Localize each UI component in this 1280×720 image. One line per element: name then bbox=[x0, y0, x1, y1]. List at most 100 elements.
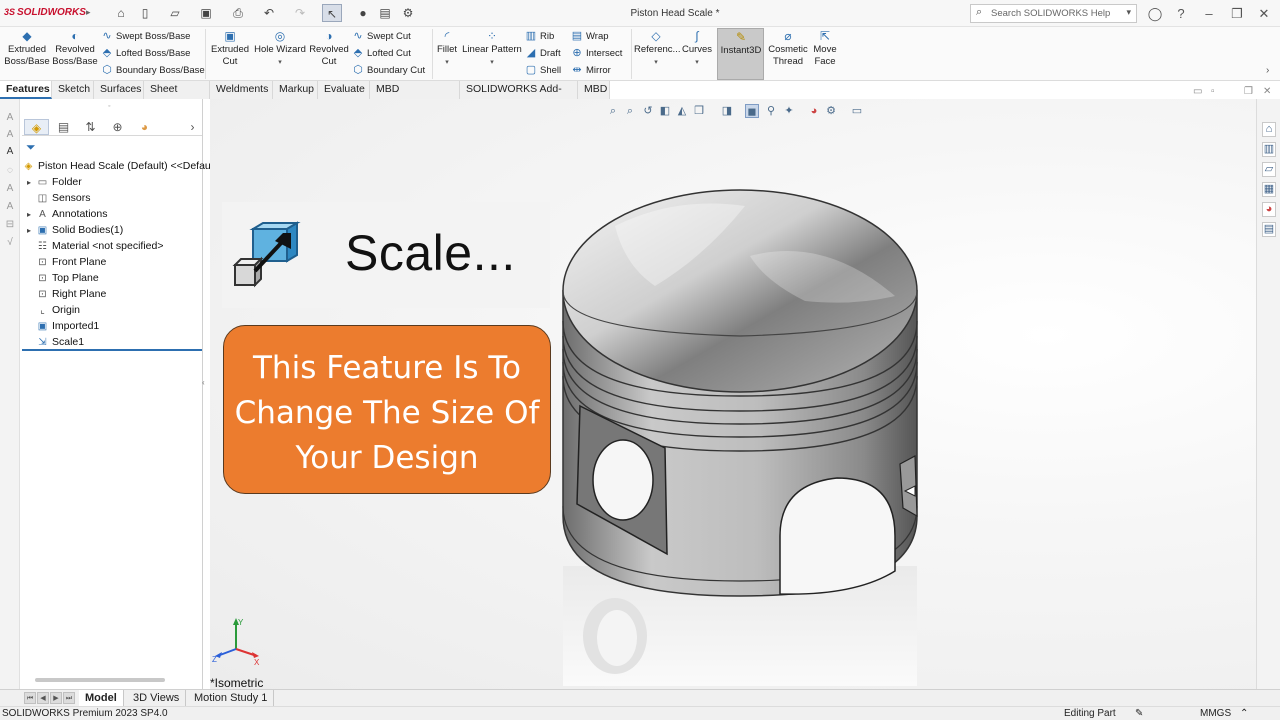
rib-button[interactable]: ▥ Rib bbox=[525, 29, 554, 43]
property-manager-icon[interactable]: ▤ bbox=[51, 119, 76, 135]
solidworks-logo[interactable]: 3S SOLIDWORKS bbox=[4, 7, 86, 18]
piston-model[interactable] bbox=[555, 186, 925, 691]
tree-root[interactable]: ◈ Piston Head Scale (Default) <<Defau bbox=[22, 158, 211, 174]
tree-item-material[interactable]: ☷ Material <not specified> bbox=[22, 238, 163, 254]
tree-item-imported1[interactable]: ▣ Imported1 bbox=[22, 318, 100, 334]
next-tab-arrow-icon[interactable]: ▶ bbox=[50, 692, 62, 704]
tree-item-scale1[interactable]: ⇲ Scale1 bbox=[22, 334, 84, 350]
tree-item-origin[interactable]: ⌞ Origin bbox=[22, 302, 80, 318]
instant3d-button[interactable]: ✎ Instant3D bbox=[717, 28, 764, 80]
chevron-down-icon[interactable]: ▾ bbox=[435, 57, 459, 69]
shell-button[interactable]: ▢ Shell bbox=[525, 63, 561, 77]
annotation-icon[interactable]: A bbox=[4, 146, 16, 160]
save-icon[interactable]: ▣ bbox=[196, 4, 216, 22]
expand-icon[interactable]: ▸ bbox=[22, 223, 36, 239]
tab-sheet-metal[interactable]: Sheet Metal bbox=[144, 81, 210, 112]
hide-show-items-icon[interactable]: ⚲ bbox=[764, 104, 778, 118]
panel-collapse-icon[interactable]: ‹ bbox=[202, 378, 210, 394]
open-icon[interactable]: ▱ bbox=[165, 4, 185, 22]
ribbon-collapse-icon[interactable]: › bbox=[1266, 65, 1269, 76]
close-icon[interactable]: ✕ bbox=[1255, 5, 1273, 23]
panel-grip-icon[interactable]: ◦ bbox=[108, 103, 110, 110]
units-selector[interactable]: MMGS bbox=[1200, 707, 1231, 720]
tree-item-sensors[interactable]: ◫ Sensors bbox=[22, 190, 91, 206]
linear-pattern-button[interactable]: ⁘ Linear Pattern ▾ bbox=[462, 29, 522, 69]
text-tool-icon[interactable]: A bbox=[4, 201, 16, 215]
view-orientation-icon[interactable]: ❒ bbox=[692, 104, 706, 118]
extruded-boss-button[interactable]: ◆ Extruded Boss/Base bbox=[4, 29, 50, 68]
panel-expand-icon[interactable]: › bbox=[180, 119, 205, 135]
lofted-boss-button[interactable]: ⬘ Lofted Boss/Base bbox=[101, 46, 191, 60]
redo-icon[interactable]: ↷ bbox=[290, 4, 310, 22]
file-explorer-icon[interactable]: ▱ bbox=[1262, 162, 1276, 177]
file-properties-icon[interactable]: ▤ bbox=[375, 4, 395, 22]
shaded-with-edges-icon[interactable]: ◼ bbox=[745, 104, 759, 118]
filter-icon[interactable]: ⏷ bbox=[26, 140, 36, 155]
tab-features[interactable]: Features bbox=[0, 81, 52, 99]
surface-finish-icon[interactable]: √ bbox=[4, 237, 16, 251]
expand-icon[interactable]: ▸ bbox=[22, 207, 36, 223]
traffic-light-icon[interactable]: ● bbox=[353, 4, 373, 22]
expand-icon[interactable]: ▸ bbox=[22, 175, 36, 191]
lofted-cut-button[interactable]: ⬘ Lofted Cut bbox=[352, 46, 411, 60]
draft-button[interactable]: ◢ Draft bbox=[525, 46, 561, 60]
move-face-button[interactable]: ⇱ Move Face bbox=[812, 29, 838, 68]
appearances-icon[interactable]: ◕ bbox=[1262, 202, 1276, 217]
undo-icon[interactable]: ↶ bbox=[259, 4, 279, 22]
user-account-icon[interactable]: ◯ bbox=[1146, 5, 1164, 23]
boundary-cut-button[interactable]: ⬡ Boundary Cut bbox=[352, 63, 425, 77]
tab-weldments[interactable]: Weldments bbox=[210, 81, 273, 99]
tile-icon[interactable]: ▭ bbox=[1193, 86, 1202, 97]
hole-wizard-button[interactable]: ◎ Hole Wizard ▾ bbox=[253, 29, 307, 69]
swept-cut-button[interactable]: ∿ Swept Cut bbox=[352, 29, 410, 43]
minimize-icon[interactable]: – bbox=[1200, 5, 1218, 23]
revolved-cut-button[interactable]: ◑ Revolved Cut bbox=[308, 29, 350, 68]
zoom-to-fit-icon[interactable]: ⌕ bbox=[606, 104, 620, 118]
extruded-cut-button[interactable]: ▣ Extruded Cut bbox=[208, 29, 252, 68]
options-gear-icon[interactable]: ⚙ bbox=[398, 4, 418, 22]
menu-expand-icon[interactable]: ▸ bbox=[86, 7, 91, 18]
previous-view-icon[interactable]: ↺ bbox=[641, 104, 655, 118]
feature-tree-icon[interactable]: ◈ bbox=[24, 119, 49, 135]
tab-model[interactable]: Model bbox=[79, 690, 124, 706]
tab-surfaces[interactable]: Surfaces bbox=[94, 81, 144, 99]
units-chevron-up-icon[interactable]: ⌃ bbox=[1240, 707, 1248, 720]
edit-appearance-icon[interactable]: ✦ bbox=[782, 104, 796, 118]
doc-restore-icon[interactable]: ❐ bbox=[1244, 86, 1253, 97]
tree-item-folder[interactable]: ▸ ▭ Folder bbox=[22, 174, 82, 190]
zoom-to-area-icon[interactable]: ⌕ bbox=[623, 104, 637, 118]
section-view-icon[interactable]: ◧ bbox=[658, 104, 672, 118]
select-pointer-icon[interactable]: ↖ bbox=[322, 4, 342, 22]
tab-mbd[interactable]: MBD bbox=[578, 81, 610, 99]
dynamic-annotation-icon[interactable]: ◭ bbox=[675, 104, 689, 118]
tab-mbd-dimensions[interactable]: MBD Dimensions bbox=[370, 81, 460, 112]
balloon-icon[interactable]: ◌ bbox=[4, 165, 16, 179]
new-document-icon[interactable]: ▯ bbox=[135, 4, 155, 22]
design-library-icon[interactable]: ▥ bbox=[1262, 142, 1276, 157]
datum-icon[interactable]: ⊟ bbox=[4, 219, 16, 233]
text-tool-icon[interactable]: A bbox=[4, 112, 16, 126]
tab-evaluate[interactable]: Evaluate bbox=[318, 81, 370, 99]
display-monitor-icon[interactable]: ▭ bbox=[850, 104, 864, 118]
apply-scene-icon[interactable]: ◕ bbox=[807, 104, 821, 118]
mirror-button[interactable]: ⇹ Mirror bbox=[571, 63, 610, 77]
curves-button[interactable]: ∫ Curves ▾ bbox=[680, 29, 714, 69]
rebuild-icon[interactable]: ✎ bbox=[1135, 707, 1143, 720]
chevron-down-icon[interactable]: ▾ bbox=[1126, 7, 1131, 18]
wrap-button[interactable]: ▤ Wrap bbox=[571, 29, 609, 43]
boundary-boss-button[interactable]: ⬡ Boundary Boss/Base bbox=[101, 63, 205, 77]
tree-item-solid-bodies[interactable]: ▸ ▣ Solid Bodies(1) bbox=[22, 222, 123, 238]
tree-item-annotations[interactable]: ▸ A Annotations bbox=[22, 206, 107, 222]
tab-3d-views[interactable]: 3D Views bbox=[127, 690, 187, 706]
dimxpert-icon[interactable]: ⊕ bbox=[105, 119, 130, 135]
intersect-button[interactable]: ⊕ Intersect bbox=[571, 46, 622, 60]
display-style-icon[interactable]: ◨ bbox=[720, 104, 734, 118]
display-manager-icon[interactable]: ◕ bbox=[132, 119, 157, 135]
fillet-button[interactable]: ◜ Fillet ▾ bbox=[435, 29, 459, 69]
view-settings-icon[interactable]: ⚙ bbox=[824, 104, 838, 118]
tree-item-right-plane[interactable]: ⊡ Right Plane bbox=[22, 286, 106, 302]
view-palette-icon[interactable]: ▦ bbox=[1262, 182, 1276, 197]
tab-motion-study[interactable]: Motion Study 1 bbox=[188, 690, 275, 706]
home-icon[interactable]: ⌂ bbox=[111, 4, 131, 22]
swept-boss-button[interactable]: ∿ Swept Boss/Base bbox=[101, 29, 190, 43]
